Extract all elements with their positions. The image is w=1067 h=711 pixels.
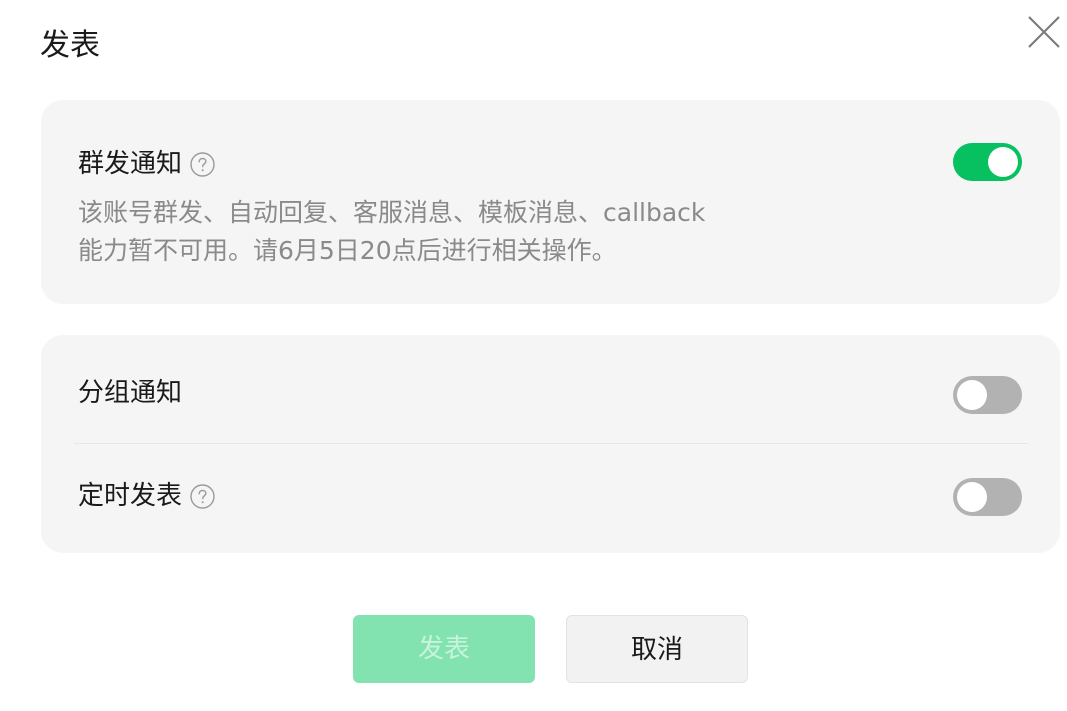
scheduled-publish-label: 定时发表 — [78, 481, 183, 511]
group-notify-toggle[interactable] — [953, 376, 1022, 414]
scheduled-publish-row: 定时发表 — [78, 479, 215, 513]
mass-notify-label: 群发通知 — [78, 149, 183, 179]
group-notify-row: 分组通知 — [78, 376, 182, 410]
help-icon[interactable] — [190, 151, 215, 177]
question-circle-icon — [190, 483, 215, 509]
close-button[interactable] — [1026, 14, 1062, 50]
toggle-knob — [957, 482, 987, 512]
options-card: 分组通知 定时发表 — [41, 335, 1060, 553]
mass-notify-toggle[interactable] — [953, 143, 1022, 181]
mass-notify-description: 该账号群发、自动回复、客服消息、模板消息、callback能力暂不可用。请6月5… — [78, 198, 706, 265]
publish-dialog: 发表 群发通知 该账号群发、自动回复、客服消息、模板消息、callback能力暂… — [0, 0, 1067, 711]
divider — [74, 443, 1028, 444]
cancel-button[interactable]: 取消 — [566, 615, 748, 683]
mass-notify-card: 群发通知 该账号群发、自动回复、客服消息、模板消息、callback能力暂不可用… — [41, 100, 1060, 304]
dialog-title: 发表 — [40, 28, 100, 63]
mass-notify-row: 群发通知 — [78, 147, 215, 181]
help-icon[interactable] — [190, 483, 215, 509]
scheduled-publish-toggle[interactable] — [953, 478, 1022, 516]
publish-button[interactable]: 发表 — [353, 615, 535, 683]
group-notify-label: 分组通知 — [78, 378, 183, 408]
toggle-knob — [957, 380, 987, 410]
toggle-knob — [988, 147, 1018, 177]
question-circle-icon — [190, 151, 215, 177]
close-icon — [1028, 16, 1060, 48]
